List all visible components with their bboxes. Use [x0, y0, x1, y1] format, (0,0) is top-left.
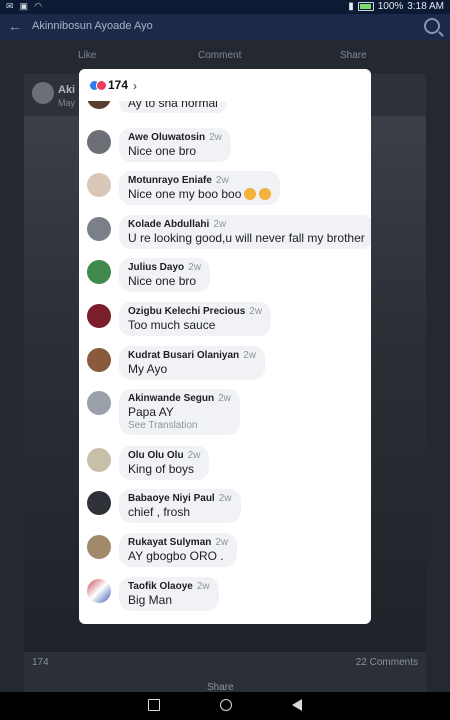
chevron-right-icon[interactable]: › [133, 79, 137, 93]
comment-bubble: Rukayat Sulyman 2w AY gbogbo ORO . [119, 533, 238, 567]
background-comments-count[interactable]: 22 Comments [356, 657, 418, 668]
background-author-avatar [32, 82, 54, 104]
hugging-face-emoji-icon [259, 188, 272, 200]
comment-text: Papa AY [128, 405, 174, 419]
comment-time: 2w [187, 450, 201, 461]
comment-bubble: Kudrat Busari Olaniyan 2w My Ayo [119, 346, 265, 380]
notification-icon: ✉ [6, 1, 14, 11]
share-action[interactable]: Share [340, 50, 367, 61]
avatar[interactable] [87, 173, 111, 197]
battery-icon [357, 2, 374, 11]
back-arrow-icon[interactable]: ← [8, 18, 22, 34]
comment-bubble: Akinwande Segun 2w Papa AY See Translatio… [119, 389, 240, 435]
comment-bubble: Kolade Abdullahi 2w U re looking good,u w… [119, 215, 371, 249]
reaction-count: 174 [108, 78, 129, 92]
comment-action[interactable]: Comment [198, 50, 241, 61]
status-icons-right: ▮ 100% 3:18 AM [348, 1, 444, 12]
signal-icon: ▮ [348, 1, 354, 12]
comment-bubble: Awe Oluwatosin 2w Nice one bro [119, 128, 231, 162]
comment-text: Nice one bro [128, 274, 197, 288]
comment-time: 2w [243, 350, 256, 361]
hugging-face-emoji-icon [244, 188, 257, 200]
avatar[interactable] [87, 260, 111, 284]
search-icon[interactable] [424, 18, 440, 34]
comment-text: U re looking good,u will never fall my b… [128, 231, 365, 245]
comment-text: King of boys [128, 462, 195, 476]
comment-bubble: Ozigbu Kelechi Precious 2w Too much sauce [119, 302, 272, 336]
commenter-name[interactable]: Taofik Olaoye [128, 581, 193, 592]
wifi-icon: ◠ [34, 1, 42, 11]
status-icons-left: ✉ ▣ ◠ [6, 1, 42, 12]
post-action-bar: Like Comment Share [0, 48, 450, 66]
comment-text: chief , frosh [128, 505, 191, 519]
comment-text: My Ayo [128, 362, 168, 376]
comment-time: 2w [215, 175, 229, 186]
love-reaction-icon [96, 80, 107, 91]
comment-bubble: Taofik Olaoye 2w Big Man [119, 577, 219, 611]
background-post-date: May [58, 98, 76, 108]
comment-time: 2w [218, 393, 231, 404]
comment-time: 2w [196, 581, 210, 592]
avatar[interactable] [87, 348, 111, 372]
commenter-name[interactable]: Kolade Abdullahi [128, 219, 209, 230]
avatar[interactable] [87, 448, 111, 472]
comment-text: Too much sauce [128, 318, 216, 332]
battery-percent: 100% [377, 1, 404, 12]
commenter-name[interactable]: Babaoye Niyi Paul [128, 493, 215, 504]
like-action[interactable]: Like [78, 50, 96, 61]
commenter-name[interactable]: Julius Dayo [128, 262, 184, 273]
comment-time: 2w [213, 219, 227, 230]
comment-text: Nice one my boo boo [128, 187, 242, 201]
recent-apps-icon[interactable] [148, 699, 160, 711]
system-navigation-bar [0, 692, 450, 720]
comment-text: Big Man [128, 593, 173, 607]
comment-time: 2w [218, 493, 232, 504]
comment-bubble: Motunrayo Eniafe 2w Nice one my boo boo [119, 171, 281, 205]
commenter-name[interactable]: Olu Olu Olu [128, 450, 184, 461]
commenter-name[interactable]: Akinwande Segun [128, 393, 214, 404]
background-reaction-count: 174 [32, 657, 49, 668]
status-bar: ✉ ▣ ◠ ▮ 100% 3:18 AM [0, 0, 450, 14]
comment-list[interactable]: Ay to sha normal Awe Oluwatosin 2w Nice o… [79, 69, 371, 624]
app-bar: ← Akinnibosun Ayoade Ayo [0, 14, 450, 40]
comment-bubble: Olu Olu Olu 2w King of boys [119, 446, 210, 480]
see-translation-link[interactable]: See Translation [128, 420, 231, 431]
avatar[interactable] [87, 217, 111, 241]
comment-time: 2w [215, 537, 229, 548]
avatar[interactable] [87, 304, 111, 328]
reactions-comments-dialog: 174 › Ay to sha normal Awe Oluwatosin 2w … [79, 69, 371, 624]
avatar[interactable] [87, 535, 111, 559]
avatar[interactable] [87, 491, 111, 515]
gallery-icon: ▣ [19, 1, 29, 11]
back-icon[interactable] [292, 699, 302, 711]
home-icon[interactable] [220, 699, 232, 711]
avatar[interactable] [87, 579, 111, 603]
comment-time: 2w [209, 132, 222, 143]
comment-text: Nice one bro [128, 144, 197, 158]
commenter-name[interactable]: Awe Oluwatosin [128, 132, 205, 143]
commenter-name[interactable]: Motunrayo Eniafe [128, 175, 212, 186]
comment-time: 2w [188, 262, 201, 273]
background-author-name: Aki [58, 84, 76, 96]
commenter-name[interactable]: Kudrat Busari Olaniyan [128, 350, 239, 361]
comment-text: AY gbogbo ORO . [128, 549, 224, 563]
comment-bubble: Julius Dayo 2w Nice one bro [119, 258, 210, 292]
avatar[interactable] [87, 130, 111, 154]
app-bar-title: Akinnibosun Ayoade Ayo [32, 20, 153, 32]
comment-time: 2w [249, 306, 263, 317]
commenter-name[interactable]: Ozigbu Kelechi Precious [128, 306, 245, 317]
avatar[interactable] [87, 391, 111, 415]
dialog-header[interactable]: 174 › [79, 69, 371, 101]
comment-bubble: Babaoye Niyi Paul 2w chief , frosh [119, 489, 241, 523]
clock: 3:18 AM [407, 1, 444, 12]
commenter-name[interactable]: Rukayat Sulyman [128, 537, 211, 548]
